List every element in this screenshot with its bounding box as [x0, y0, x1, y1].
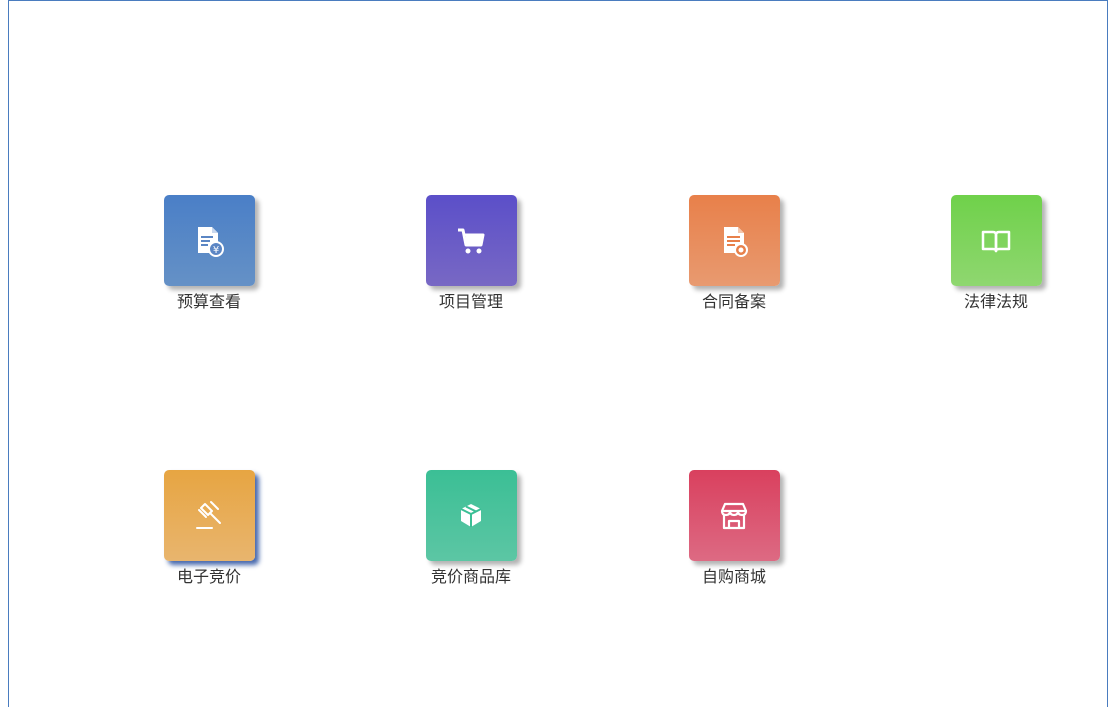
open-book-icon [981, 230, 1011, 252]
tile-laws-regulations-label: 法律法规 [963, 292, 1028, 311]
tile-bidding-product-library-icon-box [425, 470, 517, 561]
content-panel: ¥ 预算查看 项目管理 合同备案 法律法规 电子竞价 竞价商品库 自购商城 [8, 0, 1108, 707]
tile-bidding-product-library-label: 竞价商品库 [430, 567, 511, 586]
budget-document-icon: ¥ [198, 226, 224, 257]
tile-electronic-bidding-label: 电子竞价 [176, 567, 241, 586]
tile-bidding-product-library[interactable]: 竞价商品库 [406, 470, 536, 589]
storefront-icon [720, 502, 748, 529]
tile-budget-view-icon-box: ¥ [163, 195, 255, 286]
tile-self-purchase-mall-label: 自购商城 [701, 567, 766, 586]
tile-contract-filing-label: 合同备案 [701, 292, 766, 311]
tile-project-management-label: 项目管理 [438, 292, 503, 311]
tile-laws-regulations[interactable]: 法律法规 [931, 195, 1061, 314]
gavel-icon [196, 500, 221, 529]
tile-project-management[interactable]: 项目管理 [406, 195, 536, 314]
tile-electronic-bidding-icon-box [163, 470, 255, 561]
tile-self-purchase-mall-icon-box [688, 470, 780, 561]
tile-contract-filing-icon-box [688, 195, 780, 286]
tile-electronic-bidding[interactable]: 电子竞价 [144, 470, 274, 589]
shopping-cart-icon [458, 228, 485, 253]
tile-laws-regulations-icon-box [950, 195, 1042, 286]
contract-document-icon [724, 226, 748, 257]
cube-icon [460, 503, 482, 527]
svg-text:¥: ¥ [213, 245, 219, 256]
tile-project-management-icon-box [425, 195, 517, 286]
tile-budget-view-label: 预算查看 [176, 292, 241, 311]
tile-budget-view[interactable]: ¥ 预算查看 [144, 195, 274, 314]
tile-contract-filing[interactable]: 合同备案 [669, 195, 799, 314]
tile-self-purchase-mall[interactable]: 自购商城 [669, 470, 799, 589]
